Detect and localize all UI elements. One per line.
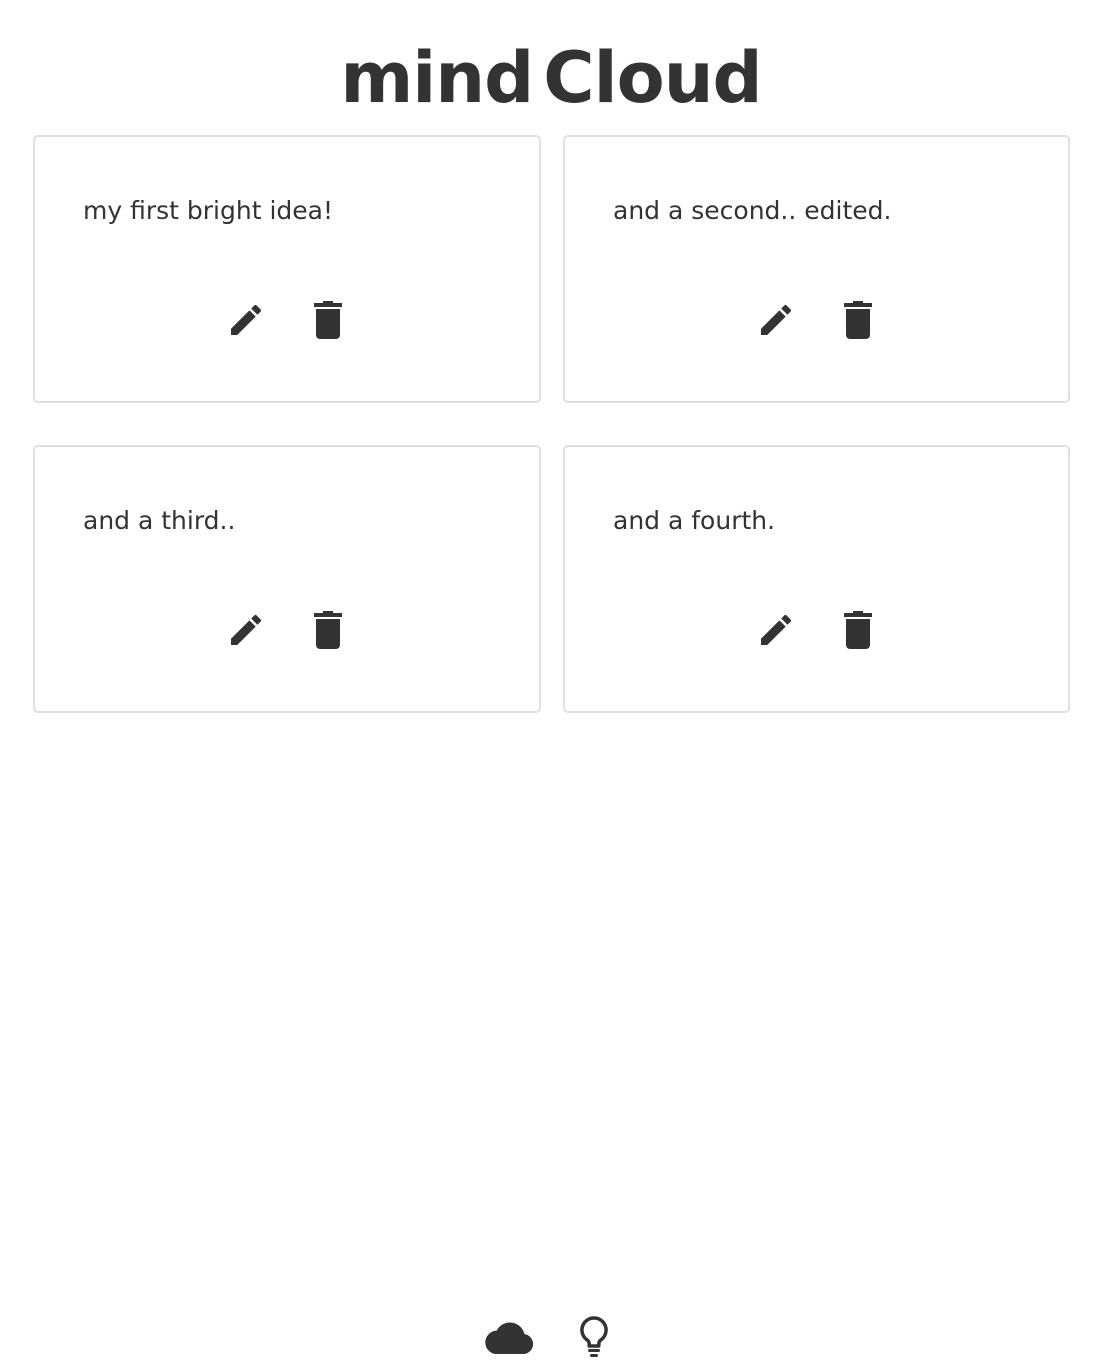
pencil-icon[interactable] [226, 299, 266, 341]
idea-text: my first bright idea! [83, 196, 333, 225]
idea-text: and a third.. [83, 506, 236, 535]
idea-text: and a fourth. [613, 506, 776, 535]
pencil-icon[interactable] [226, 609, 266, 651]
trash-icon[interactable] [838, 299, 878, 341]
idea-card: and a fourth. [563, 445, 1070, 713]
trash-icon[interactable] [308, 299, 348, 341]
trash-icon[interactable] [308, 609, 348, 651]
idea-actions [35, 299, 539, 341]
idea-card: my first bright idea! [33, 135, 541, 403]
idea-card: and a third.. [33, 445, 541, 713]
trash-icon[interactable] [838, 609, 878, 651]
lightbulb-icon[interactable] [568, 1314, 620, 1360]
idea-card: and a second.. edited. [563, 135, 1070, 403]
pencil-icon[interactable] [756, 299, 796, 341]
cloud-icon[interactable] [482, 1314, 534, 1360]
idea-text: and a second.. edited. [613, 196, 892, 225]
app-title-cloud: Cloud [543, 37, 762, 119]
app-title-mind: mind [340, 37, 534, 119]
pencil-icon[interactable] [756, 609, 796, 651]
idea-actions [565, 609, 1068, 651]
ideas-grid: my first bright idea! and a second.. edi… [33, 135, 1070, 713]
app-title: mind Cloud [0, 38, 1102, 118]
footer-nav [0, 1314, 1102, 1360]
idea-actions [35, 609, 539, 651]
idea-actions [565, 299, 1068, 341]
